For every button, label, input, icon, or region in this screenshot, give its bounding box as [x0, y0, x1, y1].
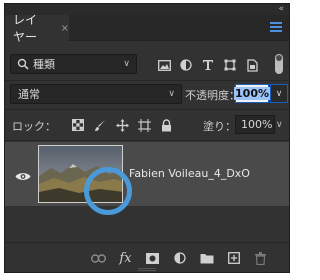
opacity-label: 不透明度： [185, 89, 240, 102]
filter-kind-value: 種類 [33, 58, 55, 71]
highlight-ring [84, 167, 132, 215]
new-fill-adjustment-icon[interactable] [166, 249, 193, 267]
layer-name[interactable]: Fabien Voileau_4_DxO [129, 167, 250, 180]
lock-image-icon[interactable] [89, 117, 111, 133]
filter-kind-select[interactable]: 種類 ∨ [10, 54, 137, 74]
tab-close-icon[interactable]: × [61, 23, 69, 34]
image-filter-icon[interactable] [153, 57, 175, 73]
opacity-input[interactable]: 100% [234, 84, 270, 103]
layers-panel: « レイヤー × 種類 ∨ 通常 ∨ 不透明度： 100% ∨ ロック： 塗り：… [4, 3, 290, 273]
divider [5, 109, 289, 110]
layer-row[interactable]: Fabien Voileau_4_DxO [5, 142, 289, 206]
shape-filter-icon[interactable] [219, 57, 241, 73]
link-layers-icon[interactable] [85, 249, 112, 267]
delete-layer-icon[interactable] [247, 249, 274, 267]
resize-grip[interactable] [138, 268, 156, 271]
new-layer-icon[interactable] [220, 249, 247, 267]
lock-transparent-icon[interactable] [67, 117, 89, 133]
new-group-icon[interactable] [193, 249, 220, 267]
lock-artboard-icon[interactable] [133, 117, 155, 133]
opacity-value: 100% [234, 87, 270, 100]
blend-mode-value: 通常 [18, 88, 40, 101]
fill-value: 100% [241, 118, 273, 131]
opacity-dropdown-button[interactable]: ∨ [270, 84, 288, 103]
panel-menu-icon[interactable] [270, 22, 282, 33]
fx-label: fx [119, 250, 132, 266]
divider [5, 80, 289, 81]
panel-tabbar: レイヤー × [5, 13, 289, 44]
lock-position-icon[interactable] [111, 117, 133, 133]
lock-icons-group [67, 117, 177, 133]
fill-label: 塗り： [203, 120, 236, 133]
search-icon [17, 58, 29, 70]
bottom-toolbar: fx [5, 242, 289, 272]
tab-layers-label: レイヤー [13, 13, 38, 44]
chevron-down-icon: ∨ [123, 59, 130, 69]
lock-label: ロック： [12, 120, 56, 133]
fx-icon[interactable]: fx [112, 249, 139, 267]
divider [5, 140, 289, 141]
lock-all-icon[interactable] [155, 117, 177, 133]
chevron-down-icon: ∨ [168, 89, 175, 99]
smart-object-filter-icon[interactable] [241, 57, 263, 73]
filter-toggle-switch[interactable] [275, 54, 283, 74]
fill-dropdown-button[interactable]: ∨ [276, 115, 288, 134]
type-filter-icon[interactable] [197, 57, 219, 73]
blend-mode-select[interactable]: 通常 ∨ [10, 84, 182, 104]
fill-input[interactable]: 100% [235, 115, 275, 134]
visibility-eye-icon[interactable] [15, 167, 31, 186]
filter-icons-group [153, 57, 263, 73]
adjustment-filter-icon[interactable] [175, 57, 197, 73]
tab-layers[interactable]: レイヤー × [5, 13, 69, 44]
add-mask-icon[interactable] [139, 249, 166, 267]
